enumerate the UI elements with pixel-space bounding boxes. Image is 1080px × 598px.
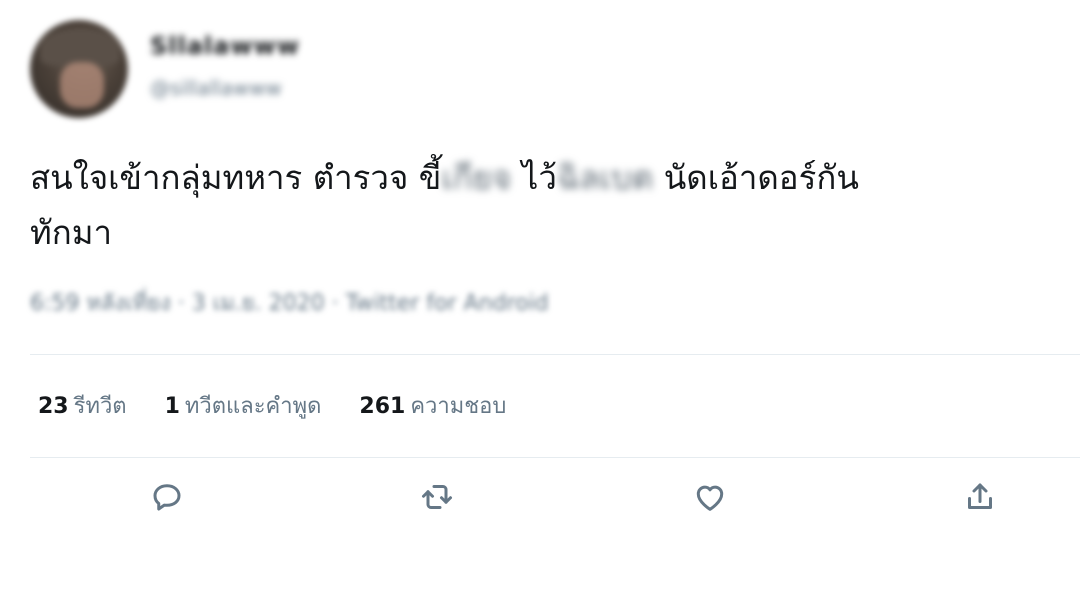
tweet-text-part: สนใจเข้ากลุ่มทหาร ตำรวจ ขี้ — [30, 158, 442, 197]
avatar-face — [60, 62, 104, 108]
tweet-timestamp[interactable]: 6:59 หลังเที่ยง · 3 เม.ย. 2020 · Twitter… — [30, 285, 549, 320]
retweet-button[interactable] — [415, 475, 459, 519]
tweet-stats: 23 รีทวีต 1 ทวีตและคำพูด 261 ความชอบ — [38, 388, 506, 423]
like-button[interactable] — [688, 475, 732, 519]
user-handle[interactable]: @sillallawww — [150, 76, 282, 100]
avatar[interactable] — [30, 20, 128, 118]
tweet-text-blurred: เกียจ — [441, 158, 512, 197]
quotes-stat[interactable]: 1 ทวีตและคำพูด — [165, 388, 322, 423]
quotes-count: 1 — [164, 394, 180, 419]
tweet-text-blurred: ฉิลเบต — [556, 158, 654, 197]
retweets-label: รีทวีต — [73, 394, 127, 419]
tweet-card: Sllalawww @sillallawww สนใจเข้ากลุ่มทหาร… — [0, 0, 1080, 598]
tweet-text-part: นัดเอ้าดอร์กัน — [653, 158, 859, 197]
heart-icon — [696, 485, 724, 511]
likes-stat[interactable]: 261 ความชอบ — [359, 388, 506, 423]
retweets-count: 23 — [38, 394, 69, 419]
quotes-label: ทวีตและคำพูด — [184, 394, 322, 419]
tweet-text-part: ไว้ — [511, 158, 557, 197]
share-icon — [968, 483, 992, 509]
likes-label: ความชอบ — [410, 394, 507, 419]
retweet-icon — [422, 485, 452, 509]
tweet-text: สนใจเข้ากลุ่มทหาร ตำรวจ ขี้เกียจ ไว้ฉิลเ… — [30, 150, 1060, 260]
reply-icon — [153, 484, 181, 511]
avatar-hat — [40, 28, 120, 66]
share-button[interactable] — [958, 475, 1002, 519]
retweets-stat[interactable]: 23 รีทวีต — [38, 388, 127, 423]
display-name[interactable]: Sllalawww — [150, 32, 300, 60]
tweet-text-part: ทักมา — [30, 213, 113, 252]
tweet-actions — [0, 475, 1080, 531]
divider — [30, 457, 1080, 458]
divider — [30, 354, 1080, 355]
reply-button[interactable] — [145, 475, 189, 519]
likes-count: 261 — [359, 394, 406, 419]
